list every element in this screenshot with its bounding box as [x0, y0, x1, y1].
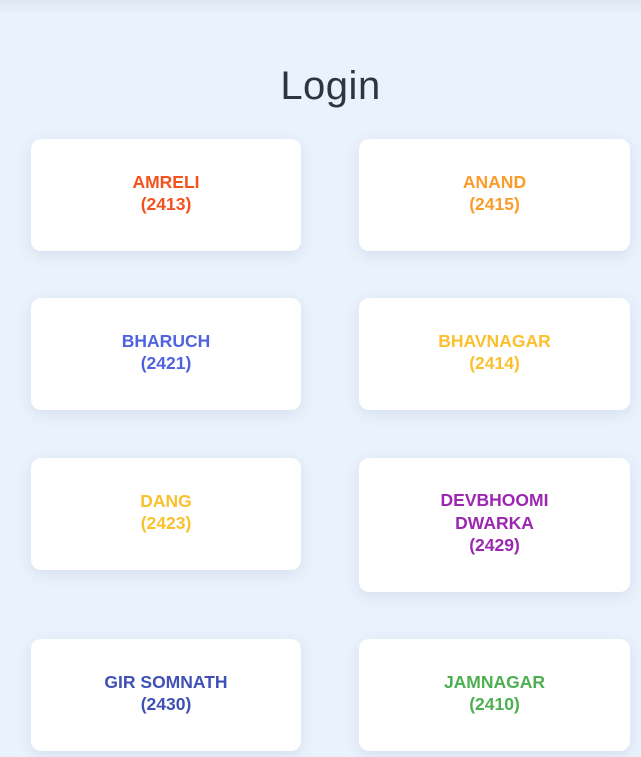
district-card-gir-somnath[interactable]: GIR SOMNATH (2430) [31, 639, 301, 751]
district-code: (2429) [469, 535, 520, 556]
district-card-bhavnagar[interactable]: BHAVNAGAR (2414) [359, 298, 630, 410]
district-code: (2423) [140, 513, 192, 533]
district-name: BHARUCH [121, 330, 211, 351]
district-code: (2410) [469, 694, 520, 714]
district-code: (2430) [140, 694, 192, 714]
district-name-line1: DEVBHOOMI [440, 490, 549, 511]
top-bar [0, 0, 641, 14]
district-card-devbhoomi-dwarka[interactable]: DEVBHOOMI DWARKA (2429) [359, 458, 630, 592]
district-code: (2414) [469, 353, 520, 373]
district-name: ANAND [462, 171, 527, 192]
district-card-amreli[interactable]: AMRELI (2413) [31, 139, 301, 251]
page-title: Login [280, 64, 381, 108]
district-card-bharuch[interactable]: BHARUCH (2421) [31, 298, 301, 410]
district-name: GIR SOMNATH [104, 671, 228, 692]
district-name-line2: DWARKA [455, 512, 534, 533]
district-card-jamnagar[interactable]: JAMNAGAR (2410) [359, 639, 630, 751]
district-code: (2413) [140, 194, 192, 214]
district-name: AMRELI [132, 171, 200, 192]
district-name: DANG [140, 490, 192, 511]
district-card-anand[interactable]: ANAND (2415) [359, 139, 630, 251]
district-name: BHAVNAGAR [438, 330, 551, 351]
district-code: (2421) [140, 353, 192, 373]
district-code: (2415) [469, 194, 520, 214]
district-card-dang[interactable]: DANG (2423) [31, 458, 301, 570]
district-name: JAMNAGAR [443, 671, 546, 692]
